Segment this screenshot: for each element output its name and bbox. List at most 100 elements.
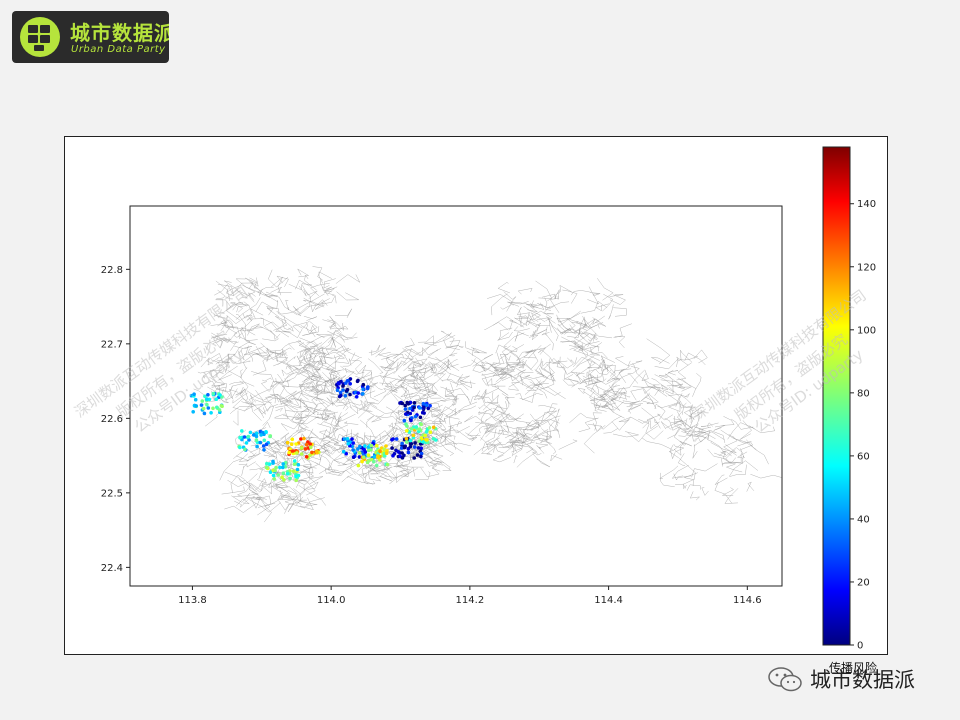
- risk-point: [335, 388, 340, 392]
- risk-point: [369, 443, 374, 448]
- risk-point: [294, 474, 298, 479]
- risk-point: [262, 438, 267, 443]
- risk-point: [428, 403, 432, 408]
- risk-point: [218, 393, 222, 397]
- risk-point: [265, 461, 269, 466]
- risk-point: [209, 411, 213, 415]
- risk-point: [424, 430, 429, 434]
- risk-point: [341, 388, 345, 392]
- risk-point: [416, 446, 421, 450]
- risk-point: [341, 449, 346, 454]
- risk-point: [365, 460, 370, 465]
- x-tick-label: 114.4: [594, 595, 623, 606]
- risk-point: [422, 411, 426, 415]
- risk-point: [400, 401, 405, 406]
- risk-point: [271, 473, 276, 478]
- y-tick-label: 22.8: [101, 265, 123, 276]
- risk-point: [403, 407, 408, 411]
- risk-point: [372, 459, 376, 464]
- risk-point: [201, 406, 206, 411]
- risk-point: [268, 434, 273, 438]
- road-lines: [193, 266, 782, 523]
- risk-point: [240, 429, 244, 433]
- risk-point: [405, 424, 409, 428]
- risk-point: [363, 444, 367, 448]
- risk-point: [258, 440, 263, 445]
- colorbar-tick-label: 60: [857, 451, 870, 462]
- risk-point: [337, 381, 341, 386]
- risk-point: [355, 379, 360, 384]
- risk-point: [422, 405, 426, 410]
- risk-point: [285, 440, 290, 445]
- risk-point: [343, 394, 348, 398]
- risk-point: [290, 437, 295, 442]
- risk-point: [361, 387, 365, 392]
- risk-point: [254, 438, 259, 442]
- risk-point: [427, 426, 432, 430]
- wechat-credit: 城市数据派: [766, 664, 915, 694]
- risk-point: [291, 469, 296, 474]
- risk-point: [294, 442, 298, 446]
- risk-point: [409, 427, 414, 431]
- risk-point: [255, 444, 259, 449]
- risk-point: [295, 467, 300, 472]
- risk-point: [404, 436, 409, 441]
- risk-point: [402, 445, 407, 450]
- risk-point: [281, 465, 285, 470]
- risk-point: [341, 384, 345, 388]
- risk-point: [374, 463, 379, 468]
- risk-point: [287, 450, 291, 455]
- risk-point: [285, 472, 290, 476]
- credit-text: 城市数据派: [810, 668, 915, 692]
- risk-point: [394, 437, 399, 441]
- risk-point: [413, 414, 418, 419]
- risk-point: [276, 473, 280, 477]
- risk-point: [357, 451, 362, 455]
- risk-point: [417, 406, 422, 410]
- colorbar: [822, 146, 851, 646]
- logo-subtitle: Urban Data Party: [71, 44, 166, 55]
- risk-point: [356, 463, 361, 468]
- risk-point: [412, 456, 417, 460]
- risk-point: [428, 430, 433, 435]
- risk-point: [411, 433, 416, 438]
- risk-point: [206, 406, 211, 410]
- risk-point: [248, 430, 253, 435]
- risk-point: [418, 415, 423, 420]
- risk-point: [194, 404, 198, 408]
- risk-point: [400, 441, 404, 446]
- x-tick-label: 114.6: [733, 595, 762, 606]
- risk-point: [303, 447, 308, 451]
- risk-point: [206, 393, 210, 397]
- risk-point: [419, 422, 424, 427]
- risk-point: [348, 382, 353, 386]
- risk-point: [366, 385, 370, 389]
- risk-point: [281, 462, 285, 466]
- risk-point: [337, 394, 342, 399]
- risk-point: [299, 437, 303, 441]
- risk-point: [243, 447, 247, 452]
- risk-point: [404, 412, 408, 416]
- logo-cube-icon: [20, 17, 60, 57]
- risk-point: [309, 445, 313, 450]
- risk-point: [292, 462, 297, 467]
- colorbar-tick-label: 0: [857, 641, 863, 652]
- risk-point: [419, 454, 423, 459]
- risk-point: [262, 448, 266, 452]
- risk-point: [408, 438, 413, 443]
- colorbar-tick-label: 100: [857, 325, 876, 336]
- risk-point: [384, 451, 389, 456]
- risk-point: [366, 453, 371, 457]
- risk-point: [345, 379, 350, 383]
- risk-point: [202, 411, 207, 416]
- risk-point: [351, 455, 356, 460]
- colorbar-tick-label: 120: [857, 262, 876, 273]
- risk-point: [362, 455, 366, 460]
- risk-point: [400, 456, 405, 460]
- colorbar-tick-label: 20: [857, 577, 870, 588]
- risk-point: [350, 437, 354, 441]
- risk-point: [425, 438, 429, 442]
- y-tick-label: 22.5: [101, 488, 123, 499]
- risk-point: [358, 444, 362, 449]
- risk-point: [400, 451, 404, 455]
